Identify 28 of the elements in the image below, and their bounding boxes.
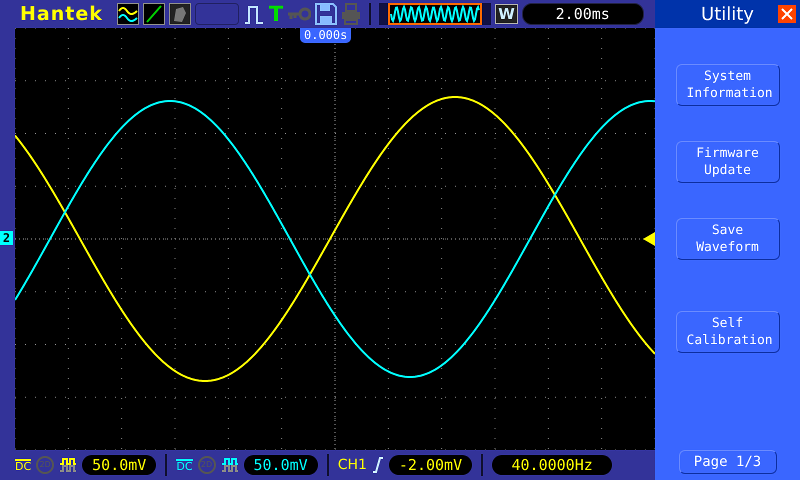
persistence-icon[interactable]	[168, 3, 191, 25]
key-icon	[287, 7, 312, 21]
volts-per-division-readout: 50.0mV	[244, 455, 318, 475]
menu-button[interactable]: Firmware Update	[676, 141, 780, 183]
timebase-readout: 2.00ms	[522, 3, 644, 25]
empty-slot	[194, 3, 239, 25]
coupling-label[interactable]: DC	[176, 458, 192, 472]
trigger-mode-label[interactable]: T	[268, 3, 284, 25]
channel-marker: 2	[0, 231, 13, 245]
trigger-source-label: CH1	[338, 457, 367, 473]
menu-button[interactable]: System Information	[676, 64, 780, 106]
menu-button[interactable]: Save Waveform	[676, 218, 780, 260]
save-icon[interactable]	[315, 3, 338, 25]
trigger-position-marker: 0.000s	[300, 28, 352, 43]
waveform-overview-icon	[379, 3, 492, 25]
coupling-label[interactable]: DC	[15, 458, 32, 472]
menu-button[interactable]: Self Calibration	[676, 311, 780, 353]
close-icon[interactable]	[778, 5, 796, 23]
timebase-mark: W	[495, 4, 518, 24]
menu-title: Utility	[701, 4, 754, 24]
brand-logo: Hantek	[20, 3, 103, 25]
waveform-display-icon[interactable]	[116, 3, 139, 25]
volts-per-division-readout: 50.0mV	[82, 455, 156, 475]
rising-edge-icon	[372, 457, 384, 473]
trigger-level-readout: -2.00mV	[388, 455, 472, 475]
page-button[interactable]: Page 1/3	[678, 450, 776, 474]
frequency-readout: 40.0000Hz	[492, 455, 612, 475]
pulse-icon[interactable]	[242, 3, 265, 25]
